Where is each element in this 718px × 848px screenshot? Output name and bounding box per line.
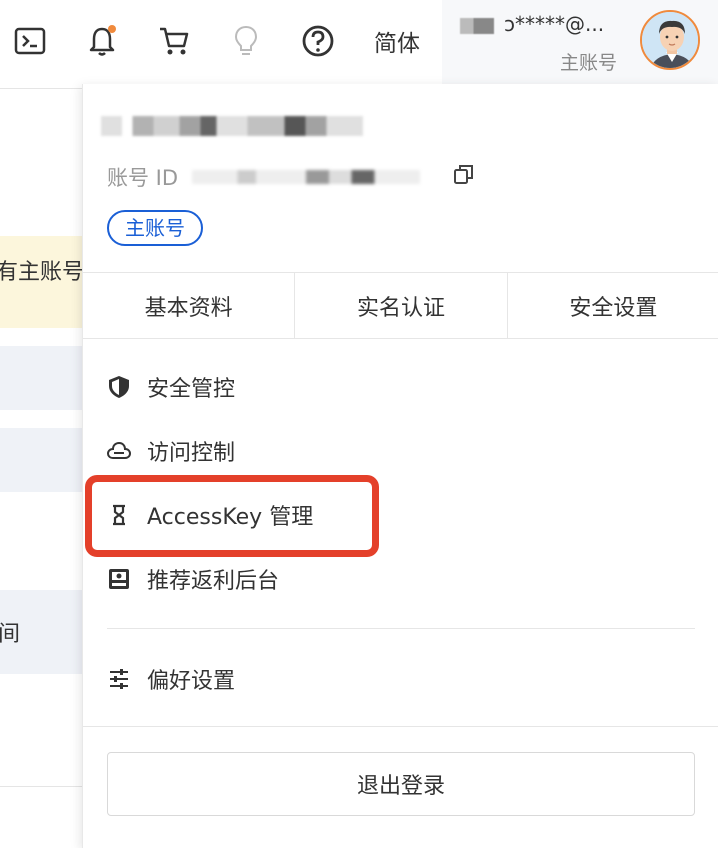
table-row (0, 428, 82, 492)
bell-icon[interactable] (82, 21, 122, 61)
account-tabs: 基本资料 实名认证 安全设置 (83, 272, 718, 339)
menu-item-preferences[interactable]: 偏好设置 (107, 659, 235, 699)
notice-banner: 有主账号 (0, 236, 82, 328)
table-row (0, 346, 82, 410)
terminal-icon[interactable] (10, 21, 50, 61)
account-type-badge: 主账号 (107, 210, 203, 246)
cloud-icon (107, 439, 131, 463)
rebate-icon (107, 567, 131, 591)
avatar[interactable] (640, 10, 700, 70)
top-navbar: 简体 ɔ*****@... 主账号 (0, 0, 718, 84)
menu-item-referral-rebate[interactable]: 推荐返利后台 (107, 559, 279, 599)
account-id-label: 账号 ID (107, 166, 179, 190)
redacted-account-name (101, 116, 363, 136)
toolbar-icons: 简体 (0, 0, 442, 84)
user-menu-trigger[interactable]: ɔ*****@... 主账号 (442, 0, 718, 84)
highlight-annotation (85, 475, 379, 557)
shield-icon (107, 375, 131, 399)
user-role: 主账号 (560, 52, 618, 74)
copy-icon[interactable] (452, 162, 476, 186)
sliders-icon (107, 667, 131, 691)
menu-item-security-control[interactable]: 安全管控 (107, 367, 235, 407)
tab-security-settings[interactable]: 安全设置 (508, 273, 718, 338)
notice-text: 有主账号 (0, 260, 82, 285)
tab-real-name-auth[interactable]: 实名认证 (295, 273, 508, 338)
panel-divider (83, 726, 718, 727)
menu-item-label: 推荐返利后台 (147, 569, 280, 594)
language-switch[interactable]: 简体 (374, 24, 420, 58)
cart-icon[interactable] (154, 21, 194, 61)
menu-item-access-control[interactable]: 访问控制 (107, 431, 235, 471)
redacted-account-id (192, 170, 421, 184)
page-divider (0, 786, 82, 787)
lightbulb-icon[interactable] (226, 21, 266, 61)
logout-button[interactable]: 退出登录 (107, 752, 695, 816)
account-dropdown: 账号 ID 主账号 基本资料 实名认证 安全设置 安全管控 访问控制 Acces… (82, 84, 718, 848)
menu-item-label: 偏好设置 (147, 669, 236, 694)
menu-item-label: 安全管控 (147, 377, 236, 402)
menu-divider (107, 628, 695, 629)
row-text: 间 (0, 622, 21, 647)
redacted-text (460, 17, 494, 34)
page-divider (0, 88, 82, 89)
user-email: ɔ*****@... (460, 12, 604, 36)
tab-basic-info[interactable]: 基本资料 (83, 273, 296, 338)
menu-item-label: 访问控制 (147, 441, 236, 466)
account-id: 账号 ID (107, 162, 421, 192)
table-row: 间 (0, 590, 82, 674)
help-icon[interactable] (298, 21, 338, 61)
